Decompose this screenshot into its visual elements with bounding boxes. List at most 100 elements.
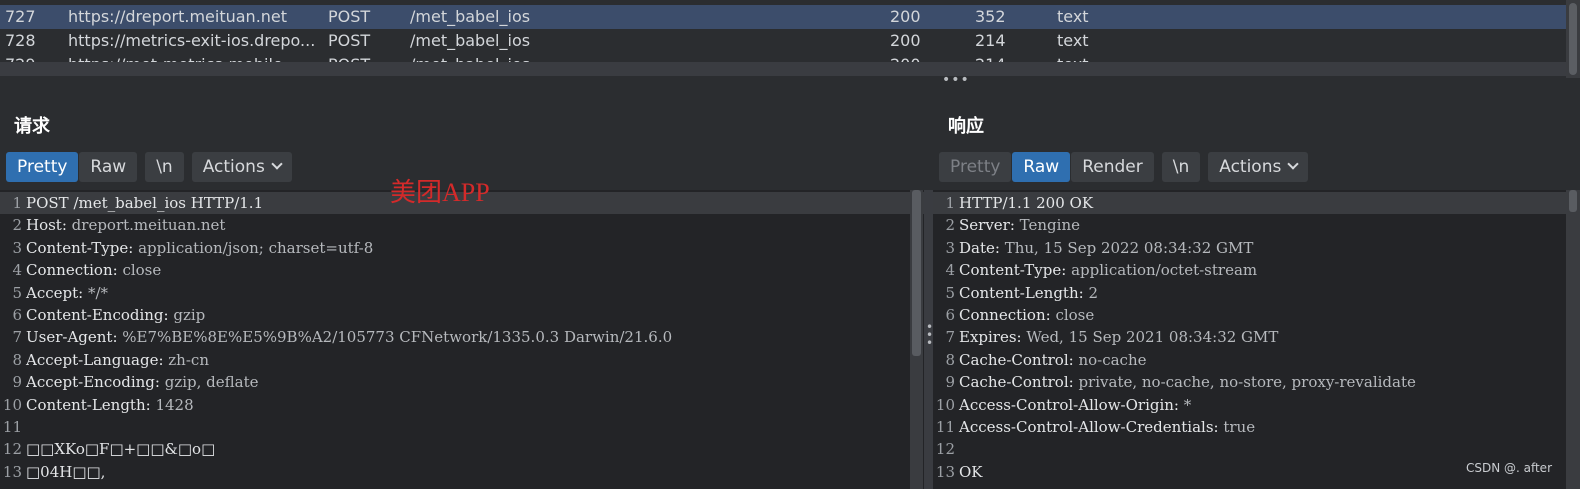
row-status: 200	[890, 7, 921, 26]
row-host: https://met-metrics-mobile...	[68, 53, 320, 62]
header-name: Date:	[959, 238, 1000, 257]
header-value: close	[117, 261, 162, 280]
row-status: 200	[890, 31, 921, 50]
code-line: 11	[0, 416, 924, 438]
header-value: zh-cn	[163, 350, 209, 369]
line-text: POST /met_babel_ios HTTP/1.1	[26, 194, 264, 212]
header-value: 1428	[150, 395, 194, 414]
row-id: 728	[5, 31, 36, 50]
request-actions-label: Actions	[202, 157, 265, 177]
history-row[interactable]: 727 https://dreport.meituan.net POST /me…	[0, 5, 1566, 29]
response-editor[interactable]: 1 HTTP/1.1 200 OK 2 Server: Tengine 3 Date: T…	[933, 190, 1580, 489]
history-scrollbar[interactable]	[1566, 0, 1580, 78]
header-name: Accept-Language:	[26, 350, 164, 369]
code-line: 3 Content-Type: application/json; charset…	[0, 237, 924, 259]
code-line: 12	[933, 438, 1580, 460]
row-mime: text	[1057, 53, 1089, 62]
line-number: 9	[945, 373, 955, 392]
line-number: 4	[12, 261, 22, 280]
line-number: 2	[945, 216, 955, 235]
response-tab-render[interactable]: Render	[1071, 152, 1154, 182]
header-name: Access-Control-Allow-Origin:	[959, 395, 1179, 414]
header-name: Content-Encoding:	[26, 306, 169, 324]
code-line: 12 □□XKo□F□+□□&□o□	[0, 438, 924, 460]
row-length: 214	[975, 53, 1006, 62]
row-path: /met_babel_ios	[410, 7, 531, 26]
header-value: Thu, 15 Sep 2022 08:34:32 GMT	[999, 238, 1254, 257]
header-name: Connection:	[26, 261, 118, 280]
line-number: 12	[2, 440, 22, 459]
history-scrollbar-thumb[interactable]	[1569, 3, 1577, 75]
line-number: 7	[12, 328, 22, 347]
header-value: gzip, deflate	[159, 373, 259, 392]
response-scrollbar[interactable]	[1566, 190, 1580, 489]
row-length: 352	[975, 7, 1006, 26]
header-value: dreport.meituan.net	[66, 216, 226, 235]
response-tab-raw[interactable]: Raw	[1012, 152, 1071, 182]
line-number: 11	[2, 418, 22, 436]
request-tab-pretty[interactable]: Pretty	[6, 152, 79, 182]
history-row[interactable]: 728 https://metrics-exit-ios.drepo... PO…	[0, 29, 1566, 53]
line-number: 2	[12, 216, 22, 235]
history-row[interactable]: 729 https://met-metrics-mobile... POST /…	[0, 53, 1566, 62]
header-name: Access-Control-Allow-Credentials:	[959, 418, 1219, 436]
response-view-tabs: Pretty Raw Render \n Actions	[939, 152, 1309, 182]
header-value: gzip	[168, 306, 206, 324]
header-value: */*	[83, 283, 109, 302]
header-name: Content-Length:	[26, 395, 151, 414]
code-line: 11 Access-Control-Allow-Credentials: true	[933, 416, 1580, 438]
line-number: 10	[2, 395, 22, 414]
header-value: close	[1050, 306, 1095, 324]
header-value: no-cache	[1073, 350, 1147, 369]
header-value: true	[1218, 418, 1256, 436]
line-number: 13	[2, 462, 22, 481]
code-line: 1 HTTP/1.1 200 OK	[933, 192, 1580, 215]
line-number: 4	[945, 261, 955, 280]
code-line: 7 Expires: Wed, 15 Sep 2021 08:34:32 GMT	[933, 326, 1580, 348]
http-history-table: 727 https://dreport.meituan.net POST /me…	[0, 0, 1566, 62]
code-line: 2 Host: dreport.meituan.net	[0, 214, 924, 236]
line-text: □04H□□,	[26, 462, 106, 481]
header-value: application/octet-stream	[1066, 261, 1258, 280]
line-number: 6	[12, 306, 22, 324]
line-number: 8	[12, 350, 22, 369]
line-number: 6	[945, 306, 955, 324]
code-line: 3 Date: Thu, 15 Sep 2022 08:34:32 GMT	[933, 237, 1580, 259]
response-tab-pretty[interactable]: Pretty	[939, 152, 1012, 182]
line-number: 8	[945, 350, 955, 369]
splitter-handle-icon[interactable]: •••	[942, 73, 970, 87]
row-path: /met_babel_ios	[410, 53, 530, 62]
horizontal-splitter[interactable]	[0, 62, 1566, 76]
request-newline-toggle[interactable]: \n	[145, 152, 184, 182]
response-newline-toggle[interactable]: \n	[1161, 152, 1201, 182]
line-number: 9	[12, 373, 22, 392]
request-view-tabs: Pretty Raw \n Actions	[6, 152, 293, 182]
header-name: User-Agent:	[26, 328, 118, 347]
row-length: 214	[975, 31, 1006, 50]
request-actions-menu[interactable]: Actions	[191, 152, 292, 182]
line-number: 3	[12, 238, 22, 257]
header-value: private, no-cache, no-store, proxy-reval…	[1073, 373, 1416, 392]
line-number: 7	[945, 328, 955, 347]
line-number: 10	[935, 395, 955, 414]
request-editor[interactable]: 1 POST /met_babel_ios HTTP/1.1 2 Host: drep…	[0, 190, 924, 489]
header-value: %E7%BE%8E%E5%9B%A2/105773 CFNetwork/1335…	[117, 328, 673, 347]
request-pane-title: 请求	[14, 116, 50, 137]
response-actions-menu[interactable]: Actions	[1208, 152, 1309, 182]
row-mime: text	[1057, 7, 1089, 26]
request-tab-raw[interactable]: Raw	[79, 152, 138, 182]
response-scrollbar-thumb[interactable]	[1569, 190, 1577, 212]
header-value: *	[1178, 395, 1192, 414]
header-value: application/json; charset=utf-8	[133, 238, 374, 257]
code-line: 4 Content-Type: application/octet-stream	[933, 259, 1580, 281]
line-number: 5	[12, 283, 22, 302]
line-text: HTTP/1.1 200 OK	[959, 194, 1094, 212]
request-scrollbar[interactable]	[910, 190, 923, 489]
line-number: 3	[945, 238, 955, 257]
header-name: Content-Length:	[959, 283, 1084, 302]
header-name: Content-Type:	[26, 238, 134, 257]
line-number: 13	[935, 462, 955, 481]
vertical-splitter-handle-icon[interactable]: • • •	[926, 321, 933, 349]
code-line: 5 Content-Length: 2	[933, 282, 1580, 304]
request-scrollbar-thumb[interactable]	[912, 190, 921, 356]
